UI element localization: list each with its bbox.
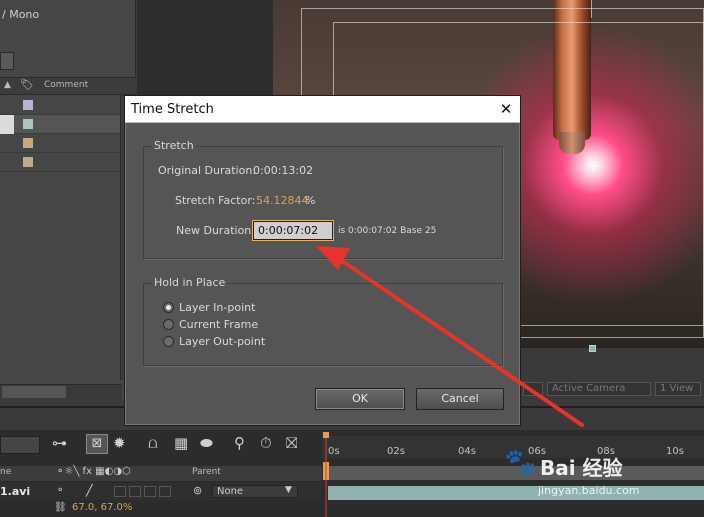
current-time-indicator[interactable] (323, 432, 329, 517)
graph-editor-icon[interactable]: ⛝ (286, 434, 297, 452)
hold-in-place-title: Hold in Place (152, 276, 228, 289)
composition-mini-flowchart-icon[interactable]: ⊠ (86, 434, 108, 454)
original-duration-label: Original Duration: (158, 164, 257, 177)
motion-blur-icon[interactable]: ⬬ (200, 434, 213, 452)
original-duration-value: 0:00:13:02 (253, 164, 314, 177)
ruler-tick: 02s (387, 446, 405, 457)
switch-box[interactable] (159, 486, 171, 497)
parent-column-header[interactable]: Parent (192, 467, 221, 477)
stretch-factor-label: Stretch Factor: (175, 194, 256, 207)
dialog-titlebar[interactable]: Time Stretch ✕ (125, 96, 520, 123)
constrain-proportions-icon[interactable]: ⛓ (54, 502, 67, 513)
layer-switches-icons: ⚬☼╲ fx ▦◐◑⬡ (56, 466, 131, 477)
paw-logo-icon: 🐾 (504, 448, 537, 478)
panel-header-text: / Mono (2, 8, 40, 21)
layer-in-point-radio[interactable] (163, 302, 174, 313)
scale-value[interactable]: 67.0, 67.0% (72, 502, 132, 513)
frame-blending-icon[interactable]: ▦ (174, 434, 188, 452)
close-icon[interactable]: ✕ (495, 99, 517, 119)
snap-icon[interactable]: ⊶ (52, 434, 67, 452)
horizontal-scroll-handle[interactable] (2, 386, 66, 398)
active-camera-dropdown[interactable]: Active Camera (547, 382, 651, 396)
center-guide-line (591, 0, 592, 18)
label-tag-icon[interactable]: 🏷 (20, 78, 34, 91)
crosshair-h (589, 166, 599, 167)
timeline-column-header: ne ⚬☼╲ fx ▦◐◑⬡ Parent (0, 466, 322, 481)
watermark-site: jingyan.baidu.com (538, 484, 640, 497)
shy-layers-icon[interactable]: ⩍ (148, 434, 158, 452)
viewer-toolbar: Active Camera 1 View (523, 382, 704, 398)
row-selection-marker (0, 115, 14, 134)
time-stretch-dialog: Time Stretch ✕ Stretch Original Duration… (124, 95, 521, 426)
playhead-cap[interactable] (323, 432, 329, 438)
new-duration-label: New Duration: (176, 224, 255, 237)
new-duration-info: is 0:00:07:02 Base 25 (338, 226, 437, 236)
stretch-factor-unit: % (305, 194, 316, 207)
chevron-down-icon: ▼ (285, 485, 292, 495)
auto-keyframe-icon[interactable]: ⏱ (260, 434, 272, 452)
crosshair-v (593, 162, 594, 172)
layer-visibility-icon[interactable]: ⚬ (56, 485, 64, 496)
view-layout-dropdown[interactable]: 1 View (655, 382, 701, 396)
sort-arrow-icon[interactable]: ▲ (4, 80, 11, 90)
layer-out-point-radio[interactable] (163, 336, 174, 347)
panel-small-button[interactable] (0, 52, 14, 70)
source-name-column[interactable]: ne (0, 467, 11, 477)
ruler-tick: 04s (458, 446, 476, 457)
dialog-title: Time Stretch (131, 102, 214, 117)
switch-box[interactable] (114, 486, 126, 497)
label-swatch (23, 138, 33, 148)
project-row[interactable] (0, 153, 122, 172)
scale-property-row[interactable]: ⛓ 67.0, 67.0% (0, 500, 322, 517)
brainstorm-icon[interactable]: ⚲ (234, 434, 245, 452)
stretch-group-title: Stretch (152, 139, 196, 152)
label-swatch (23, 100, 33, 110)
parent-dropdown[interactable]: None ▼ (212, 485, 298, 498)
layer-row[interactable]: 1.avi ⚬ ╱ ⊚ None ▼ (0, 483, 322, 500)
label-swatch (23, 119, 33, 129)
transform-handle[interactable] (589, 345, 596, 352)
stretch-factor-input[interactable]: 54.12844 (256, 194, 309, 207)
pick-whip-icon[interactable]: ⊚ (193, 484, 202, 497)
label-swatch (23, 157, 33, 167)
switch-box[interactable] (144, 486, 156, 497)
quality-switch-icon[interactable]: ╱ (86, 484, 93, 497)
new-duration-input[interactable]: 0:00:07:02 (253, 221, 333, 240)
ok-button[interactable]: OK (315, 388, 405, 410)
layer-out-point-label[interactable]: Layer Out-point (179, 335, 265, 348)
draft-3d-icon[interactable]: ✹ (113, 434, 126, 452)
layer-in-point-label[interactable]: Layer In-point (179, 301, 255, 314)
current-frame-radio[interactable] (163, 319, 174, 330)
view-options-button[interactable] (523, 382, 543, 396)
baidu-watermark: 🐾 Bai 经验 jingyan.baidu.com (500, 448, 700, 508)
ruler-tick: 0s (328, 446, 340, 457)
cancel-button[interactable]: Cancel (416, 388, 504, 410)
project-row[interactable] (0, 96, 122, 115)
timeline-search-input[interactable] (0, 436, 40, 454)
layer-name[interactable]: 1.avi (0, 485, 30, 498)
parent-dropdown-value: None (217, 486, 244, 497)
switch-box[interactable] (129, 486, 141, 497)
current-frame-label[interactable]: Current Frame (179, 318, 258, 331)
watermark-brand: Bai 经验 (540, 456, 623, 480)
project-panel (0, 0, 136, 400)
project-row[interactable] (0, 115, 122, 134)
comment-column-header[interactable]: Comment (44, 80, 88, 90)
project-row[interactable] (0, 134, 122, 153)
